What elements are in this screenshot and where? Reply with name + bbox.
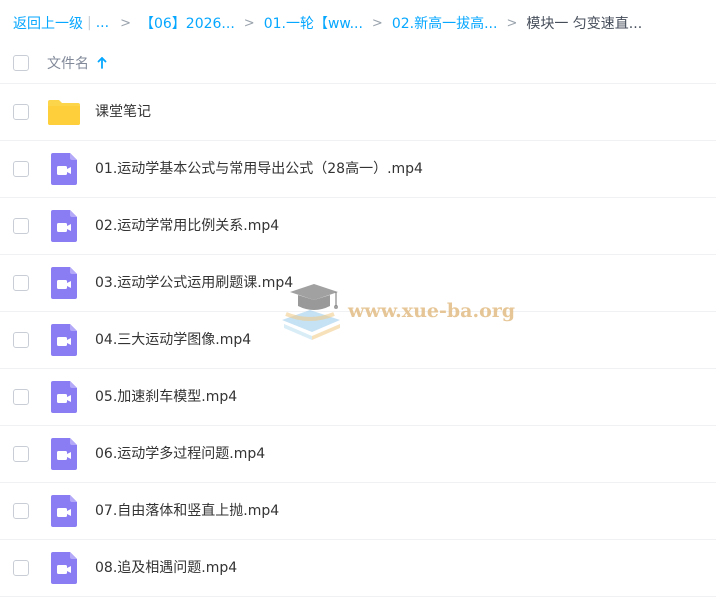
chevron-right-icon: > (120, 15, 131, 31)
file-row-video[interactable]: 02.运动学常用比例关系.mp4 (0, 198, 716, 255)
breadcrumb-back-link[interactable]: 返回上一级 (13, 13, 83, 33)
file-name[interactable]: 04.三大运动学图像.mp4 (95, 312, 251, 368)
row-checkbox[interactable] (13, 332, 29, 348)
file-row-video[interactable]: 01.运动学基本公式与常用导出公式（28高一）.mp4 (0, 141, 716, 198)
column-header-label: 文件名 (47, 56, 89, 72)
video-file-icon (51, 210, 77, 242)
file-name[interactable]: 07.自由落体和竖直上抛.mp4 (95, 483, 279, 539)
file-row-video[interactable]: 05.加速刹车模型.mp4 (0, 369, 716, 426)
breadcrumb-item-2[interactable]: 01.一轮【ww... (264, 13, 363, 33)
video-file-icon (51, 324, 77, 356)
file-name[interactable]: 课堂笔记 (95, 84, 151, 140)
select-all-checkbox[interactable] (13, 55, 29, 71)
column-header-filename[interactable]: 文件名 (47, 53, 107, 73)
chevron-right-icon: > (371, 15, 383, 31)
breadcrumb-ellipsis[interactable]: ... (96, 15, 109, 31)
row-checkbox[interactable] (13, 503, 29, 519)
chevron-right-icon: > (243, 15, 255, 31)
file-row-video[interactable]: 08.追及相遇问题.mp4 (0, 540, 716, 597)
row-checkbox[interactable] (13, 218, 29, 234)
video-file-icon (51, 153, 77, 185)
video-file-icon (51, 438, 77, 470)
breadcrumb: 返回上一级 | ... > 【06】2026... > 01.一轮【ww... … (13, 12, 642, 34)
breadcrumb-item-1[interactable]: 【06】2026... (140, 13, 235, 33)
file-row-video[interactable]: 04.三大运动学图像.mp4 (0, 312, 716, 369)
video-file-icon (51, 495, 77, 527)
file-row-folder[interactable]: 课堂笔记 (0, 84, 716, 141)
row-checkbox[interactable] (13, 560, 29, 576)
breadcrumb-item-3[interactable]: 02.新高一拔高... (392, 13, 498, 33)
file-list: 课堂笔记 01.运动学基本公式与常用导出公式（28高一）.mp4 02.运动学常… (0, 84, 716, 597)
file-name[interactable]: 05.加速刹车模型.mp4 (95, 369, 237, 425)
file-name[interactable]: 08.追及相遇问题.mp4 (95, 540, 237, 596)
video-file-icon (51, 552, 77, 584)
breadcrumb-divider: | (87, 15, 92, 31)
file-name[interactable]: 06.运动学多过程问题.mp4 (95, 426, 265, 482)
video-file-icon (51, 381, 77, 413)
row-checkbox[interactable] (13, 446, 29, 462)
file-row-video[interactable]: 03.运动学公式运用刷题课.mp4 (0, 255, 716, 312)
file-name[interactable]: 02.运动学常用比例关系.mp4 (95, 198, 279, 254)
row-checkbox[interactable] (13, 161, 29, 177)
folder-icon (48, 100, 80, 125)
chevron-right-icon: > (506, 15, 518, 31)
row-checkbox[interactable] (13, 389, 29, 405)
video-file-icon (51, 267, 77, 299)
file-row-video[interactable]: 07.自由落体和竖直上抛.mp4 (0, 483, 716, 540)
sort-ascending-arrow-icon[interactable] (97, 57, 107, 69)
breadcrumb-current: 模块一 匀变速直... (526, 16, 643, 32)
file-name[interactable]: 03.运动学公式运用刷题课.mp4 (95, 255, 293, 311)
row-checkbox[interactable] (13, 104, 29, 120)
file-row-video[interactable]: 06.运动学多过程问题.mp4 (0, 426, 716, 483)
file-name[interactable]: 01.运动学基本公式与常用导出公式（28高一）.mp4 (95, 141, 423, 197)
row-checkbox[interactable] (13, 275, 29, 291)
file-list-header: 文件名 (0, 43, 716, 84)
